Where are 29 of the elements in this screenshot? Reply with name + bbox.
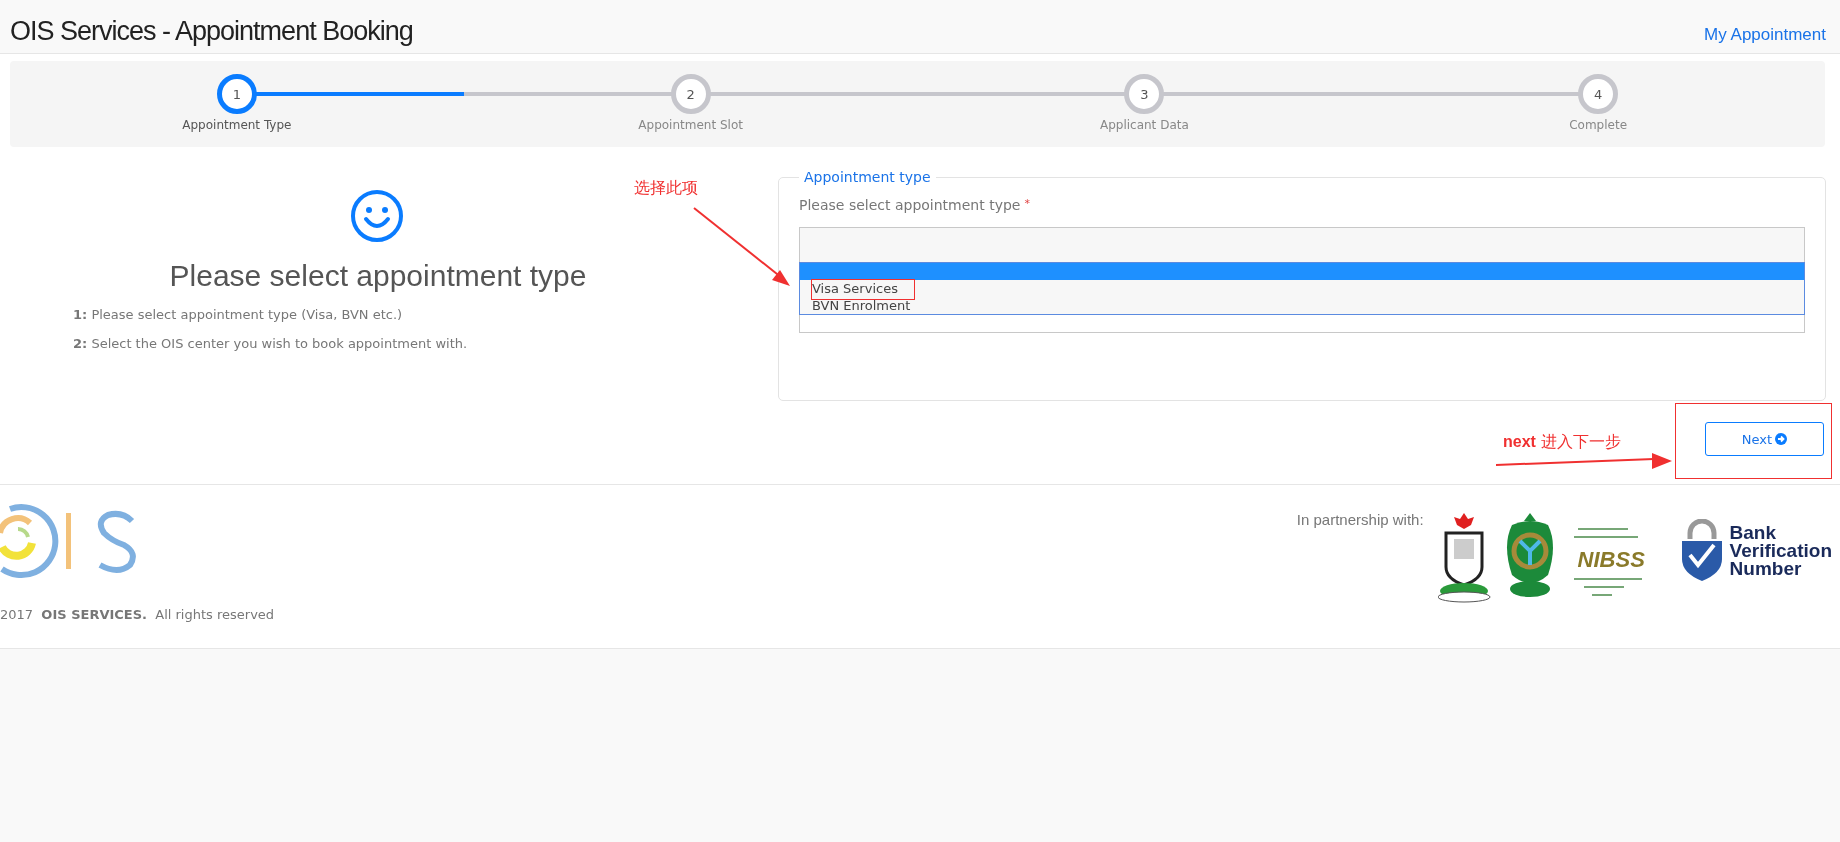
fieldset-legend: Appointment type [799,169,936,185]
step-circle: 4 [1578,74,1619,114]
step-circle: 2 [670,74,711,114]
step-label: Applicant Data [1099,118,1189,132]
annotation-note: next 进入下一步 [1503,432,1621,453]
nibss-logo-text: NIBSS [1577,547,1645,573]
partnership-label: In partnership with: [1296,511,1424,528]
dropdown-option[interactable]: BVN Enrolment [800,297,1804,314]
intro-heading: Please select appointment type [169,259,587,293]
field-label: Please select appointment type [799,197,1021,213]
step-circle: 1 [216,74,257,114]
instruction-text: 1: Please select appointment type (Visa, BVN etc.) [73,307,404,322]
copyright-text: 2017 OIS SERVICES. All rights reserved [0,607,275,622]
step-label: Complete [1569,118,1628,132]
select-field[interactable]: Visa Services BVN Enrolment [799,227,1805,333]
next-button[interactable]: Next [1705,422,1824,456]
dropdown-option[interactable] [800,263,1804,280]
bvn-logo-text: Bank Verification Number [1729,524,1832,578]
dropdown-option[interactable]: Visa Services [800,280,1804,297]
step-circle: 3 [1124,74,1165,114]
my-appointment-link[interactable]: My Appointment [1704,25,1826,45]
instruction-text: 2: Select the OIS center you wish to book appointment with. [73,336,469,351]
step-label: Appointment Type [182,118,292,132]
required-mark: * [1024,197,1030,212]
page-title: OIS Services - Appointment Booking [10,16,413,47]
arrow-circle-icon [1775,433,1788,445]
annotation-note: 选择此项 [634,178,698,199]
step-label: Appointment Slot [638,118,743,132]
smiley-icon [350,189,404,243]
